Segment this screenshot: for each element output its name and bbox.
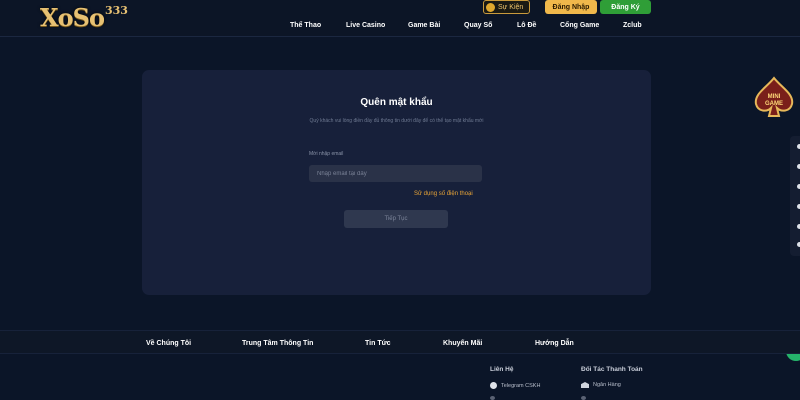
payment-icon — [581, 396, 586, 400]
contact-icon — [490, 396, 495, 400]
page-subtitle: Quý khách vui lòng điền đầy đủ thông tin… — [309, 118, 484, 124]
contact-telegram[interactable]: Telegram CSKH — [490, 382, 540, 389]
nav-item-zclub[interactable]: Zclub — [623, 22, 642, 29]
logo-number: 333 — [104, 4, 128, 17]
register-button[interactable]: Đăng Ký — [600, 0, 651, 14]
use-phone-link[interactable]: Sử dụng số điện thoại — [414, 191, 473, 197]
payment-bank[interactable]: Ngân Hàng — [581, 382, 621, 388]
payment-heading: Đối Tác Thanh Toán — [581, 366, 643, 373]
nav-item-the-thao[interactable]: Thể Thao — [290, 22, 346, 29]
nav-item-quay-so[interactable]: Quay Số — [464, 22, 517, 29]
payment-bank-label: Ngân Hàng — [593, 382, 621, 388]
nav-item-game-bai[interactable]: Game Bài — [408, 22, 464, 29]
main-nav: Thể Thao Live Casino Game Bài Quay Số Lô… — [290, 22, 642, 29]
footer-link-news[interactable]: Tin Tức — [365, 340, 391, 347]
badge-line1: MINI — [768, 94, 781, 100]
header: XoSo 333 Sự Kiện Đăng Nhập Đăng Ký Thể T… — [0, 0, 800, 37]
contact-telegram-label: Telegram CSKH — [501, 382, 541, 389]
event-label: Sự Kiện — [498, 3, 524, 11]
nav-item-cong-game[interactable]: Cổng Game — [560, 22, 623, 29]
login-button[interactable]: Đăng Nhập — [545, 0, 597, 14]
footer-link-promotions[interactable]: Khuyến Mãi — [443, 340, 482, 347]
spade-icon: MINI GAME — [754, 76, 794, 117]
nav-item-lo-de[interactable]: Lô Đề — [517, 22, 560, 29]
footer-link-about[interactable]: Về Chúng Tôi — [146, 340, 191, 347]
email-label: Mời nhập email — [309, 151, 344, 157]
event-button[interactable]: Sự Kiện — [483, 0, 530, 14]
badge-line2: GAME — [765, 101, 783, 107]
forgot-password-card: Quên mật khẩu Quý khách vui lòng điền đầ… — [142, 70, 651, 295]
bank-icon — [581, 382, 589, 388]
page-title: Quên mật khẩu — [360, 97, 433, 108]
logo[interactable]: XoSo 333 — [40, 2, 128, 36]
mini-game-badge[interactable]: MINI GAME — [752, 76, 796, 120]
social-dock — [790, 136, 800, 256]
gift-icon — [486, 2, 495, 12]
footer-link-guide[interactable]: Hướng Dẫn — [535, 340, 574, 347]
telegram-icon — [490, 382, 497, 389]
nav-item-live-casino[interactable]: Live Casino — [346, 22, 408, 29]
continue-button[interactable]: Tiếp Tục — [344, 210, 448, 228]
email-field[interactable] — [309, 165, 482, 182]
contact-heading: Liên Hệ — [490, 366, 514, 373]
footer-nav: Về Chúng Tôi Trung Tâm Thông Tin Tin Tức… — [0, 330, 800, 354]
logo-text: XoSo — [40, 3, 105, 32]
footer-link-info-center[interactable]: Trung Tâm Thông Tin — [242, 340, 313, 347]
